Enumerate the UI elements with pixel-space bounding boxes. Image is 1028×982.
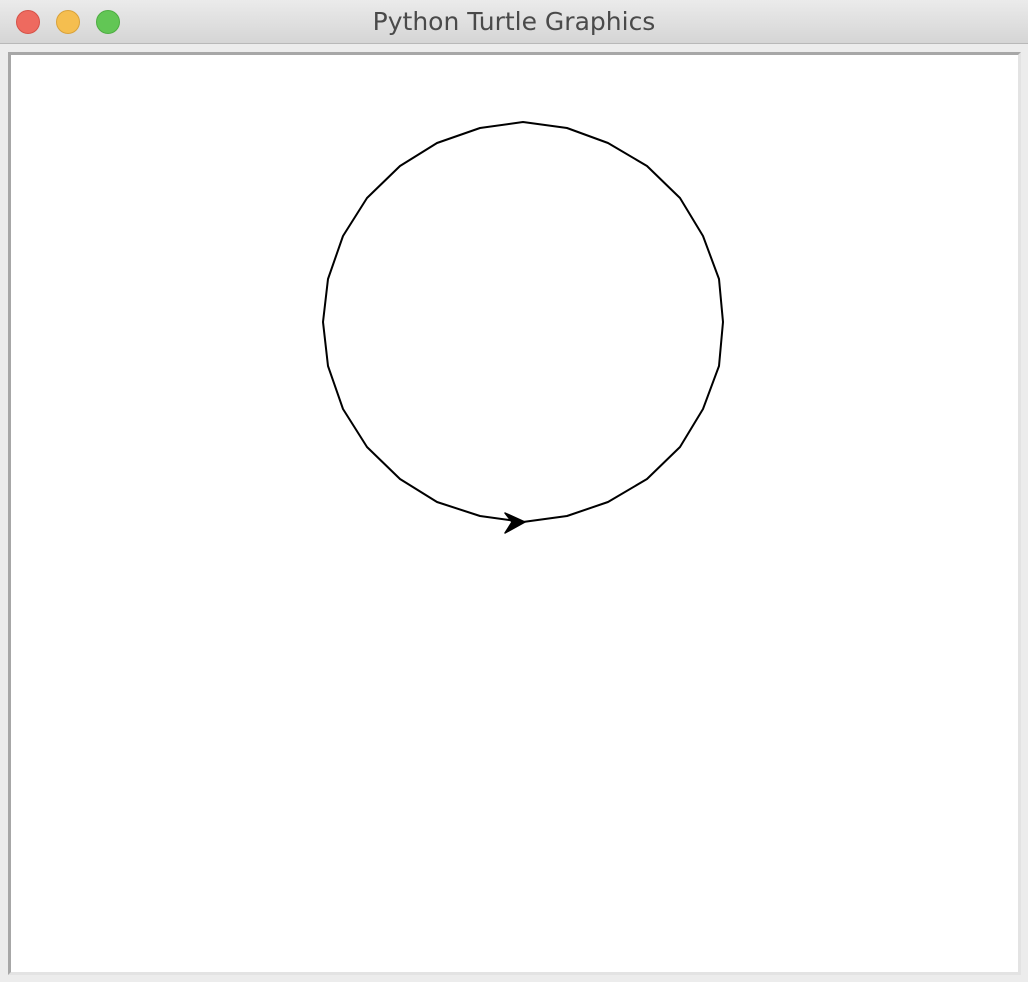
turtle-canvas[interactable] bbox=[8, 52, 1021, 975]
window-title: Python Turtle Graphics bbox=[372, 7, 656, 36]
turtle-arrow-icon bbox=[504, 512, 526, 534]
circle-path bbox=[322, 121, 724, 523]
turtle-window: Python Turtle Graphics bbox=[0, 0, 1028, 982]
title-bar[interactable]: Python Turtle Graphics bbox=[0, 0, 1028, 44]
turtle-drawing bbox=[322, 121, 724, 534]
